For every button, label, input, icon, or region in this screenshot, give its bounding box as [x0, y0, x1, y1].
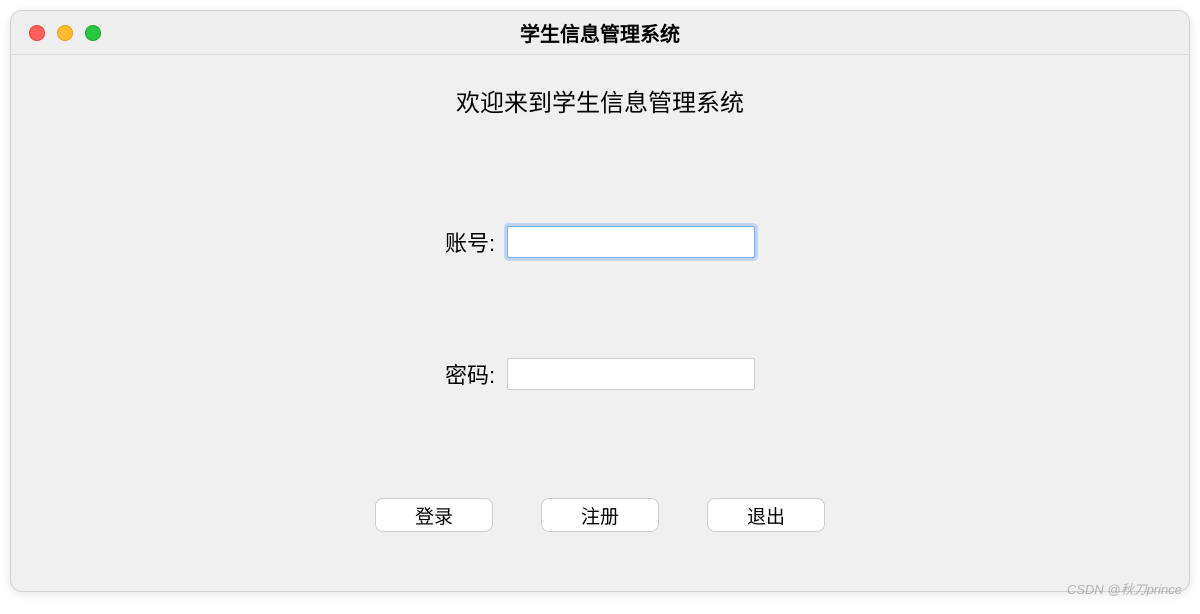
account-row: 账号:: [445, 226, 755, 258]
account-input[interactable]: [507, 226, 755, 258]
app-window: 学生信息管理系统 欢迎来到学生信息管理系统 账号: 密码: 登录 注册 退出: [10, 10, 1190, 592]
login-form: 账号: 密码:: [445, 226, 755, 390]
traffic-lights: [11, 25, 101, 41]
password-input[interactable]: [507, 358, 755, 390]
login-button[interactable]: 登录: [375, 498, 493, 532]
password-label: 密码:: [445, 358, 495, 390]
minimize-icon[interactable]: [57, 25, 73, 41]
welcome-heading: 欢迎来到学生信息管理系统: [456, 83, 744, 118]
register-button[interactable]: 注册: [541, 498, 659, 532]
titlebar: 学生信息管理系统: [11, 11, 1189, 55]
password-row: 密码:: [445, 358, 755, 390]
exit-button[interactable]: 退出: [707, 498, 825, 532]
window-title: 学生信息管理系统: [11, 18, 1189, 47]
close-icon[interactable]: [29, 25, 45, 41]
maximize-icon[interactable]: [85, 25, 101, 41]
button-row: 登录 注册 退出: [375, 498, 825, 532]
content-area: 欢迎来到学生信息管理系统 账号: 密码: 登录 注册 退出: [11, 55, 1189, 591]
watermark: CSDN @秋刀prince: [1067, 579, 1182, 598]
account-label: 账号:: [445, 226, 495, 258]
